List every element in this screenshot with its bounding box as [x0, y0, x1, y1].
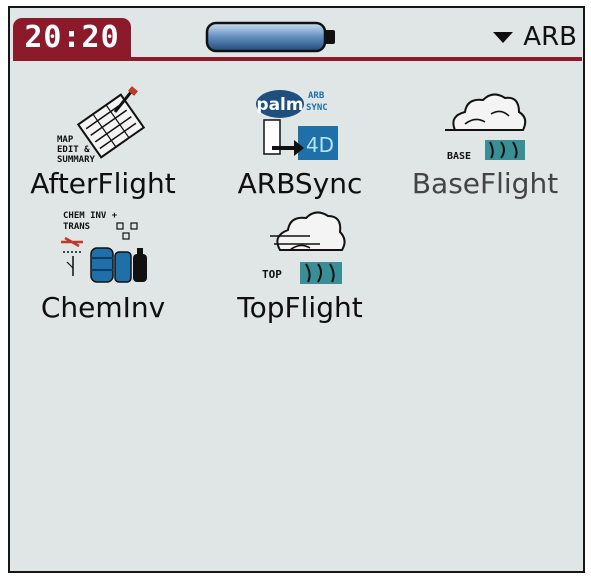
chem-inv-trans-icon: CHEM INV + TRANS [61, 211, 147, 283]
app-afterflight[interactable]: MAP EDIT & SUMMARY AfterFlight [13, 86, 193, 200]
app-label: ARBSync [237, 167, 363, 200]
category-picker[interactable]: ARB [493, 20, 577, 54]
dropdown-arrow-icon [493, 31, 514, 43]
status-bar-divider [13, 57, 582, 61]
icon-text-top: TOP [262, 268, 282, 281]
icon-text-sync: SYNC [306, 103, 328, 113]
status-bar: 20:20 ARB [10, 8, 583, 66]
icon-text-palm: palm [256, 95, 303, 115]
icon-text-summary: SUMMARY [57, 155, 96, 165]
palm-arb-sync-icon: palm ARB SYNC 4D [256, 90, 338, 160]
category-label: ARB [523, 22, 577, 52]
icon-text-edit: EDIT & [57, 145, 90, 155]
app-label: ChemInv [40, 291, 166, 324]
icon-text-chem-inv: CHEM INV + [63, 211, 118, 221]
app-baseflight[interactable]: BASE BaseFlight [395, 86, 575, 200]
clock-tab[interactable]: 20:20 [13, 18, 131, 58]
palm-launcher-screen: 20:20 ARB MAP EDIT & SUMMARY AfterFlight… [8, 6, 585, 573]
base-cloud-icon: BASE [445, 93, 527, 162]
map-edit-summary-icon: MAP EDIT & SUMMARY [57, 86, 146, 165]
app-label: AfterFlight [30, 167, 176, 200]
app-topflight[interactable]: TOP TopFlight [210, 206, 390, 324]
top-cloud-icon: TOP [262, 211, 346, 284]
app-arbsync[interactable]: palm ARB SYNC 4D ARBSync [210, 86, 390, 200]
icon-text-map: MAP [57, 135, 74, 145]
icon-text-base: BASE [447, 151, 471, 162]
icon-text-trans: TRANS [63, 222, 90, 232]
icon-text-arb: ARB [308, 91, 325, 101]
app-label: BaseFlight [411, 167, 559, 200]
app-label: TopFlight [237, 291, 363, 324]
icon-text-4d: 4D [306, 133, 334, 157]
battery-icon[interactable] [205, 20, 340, 54]
app-cheminv[interactable]: CHEM INV + TRANS ChemInv [13, 206, 193, 324]
